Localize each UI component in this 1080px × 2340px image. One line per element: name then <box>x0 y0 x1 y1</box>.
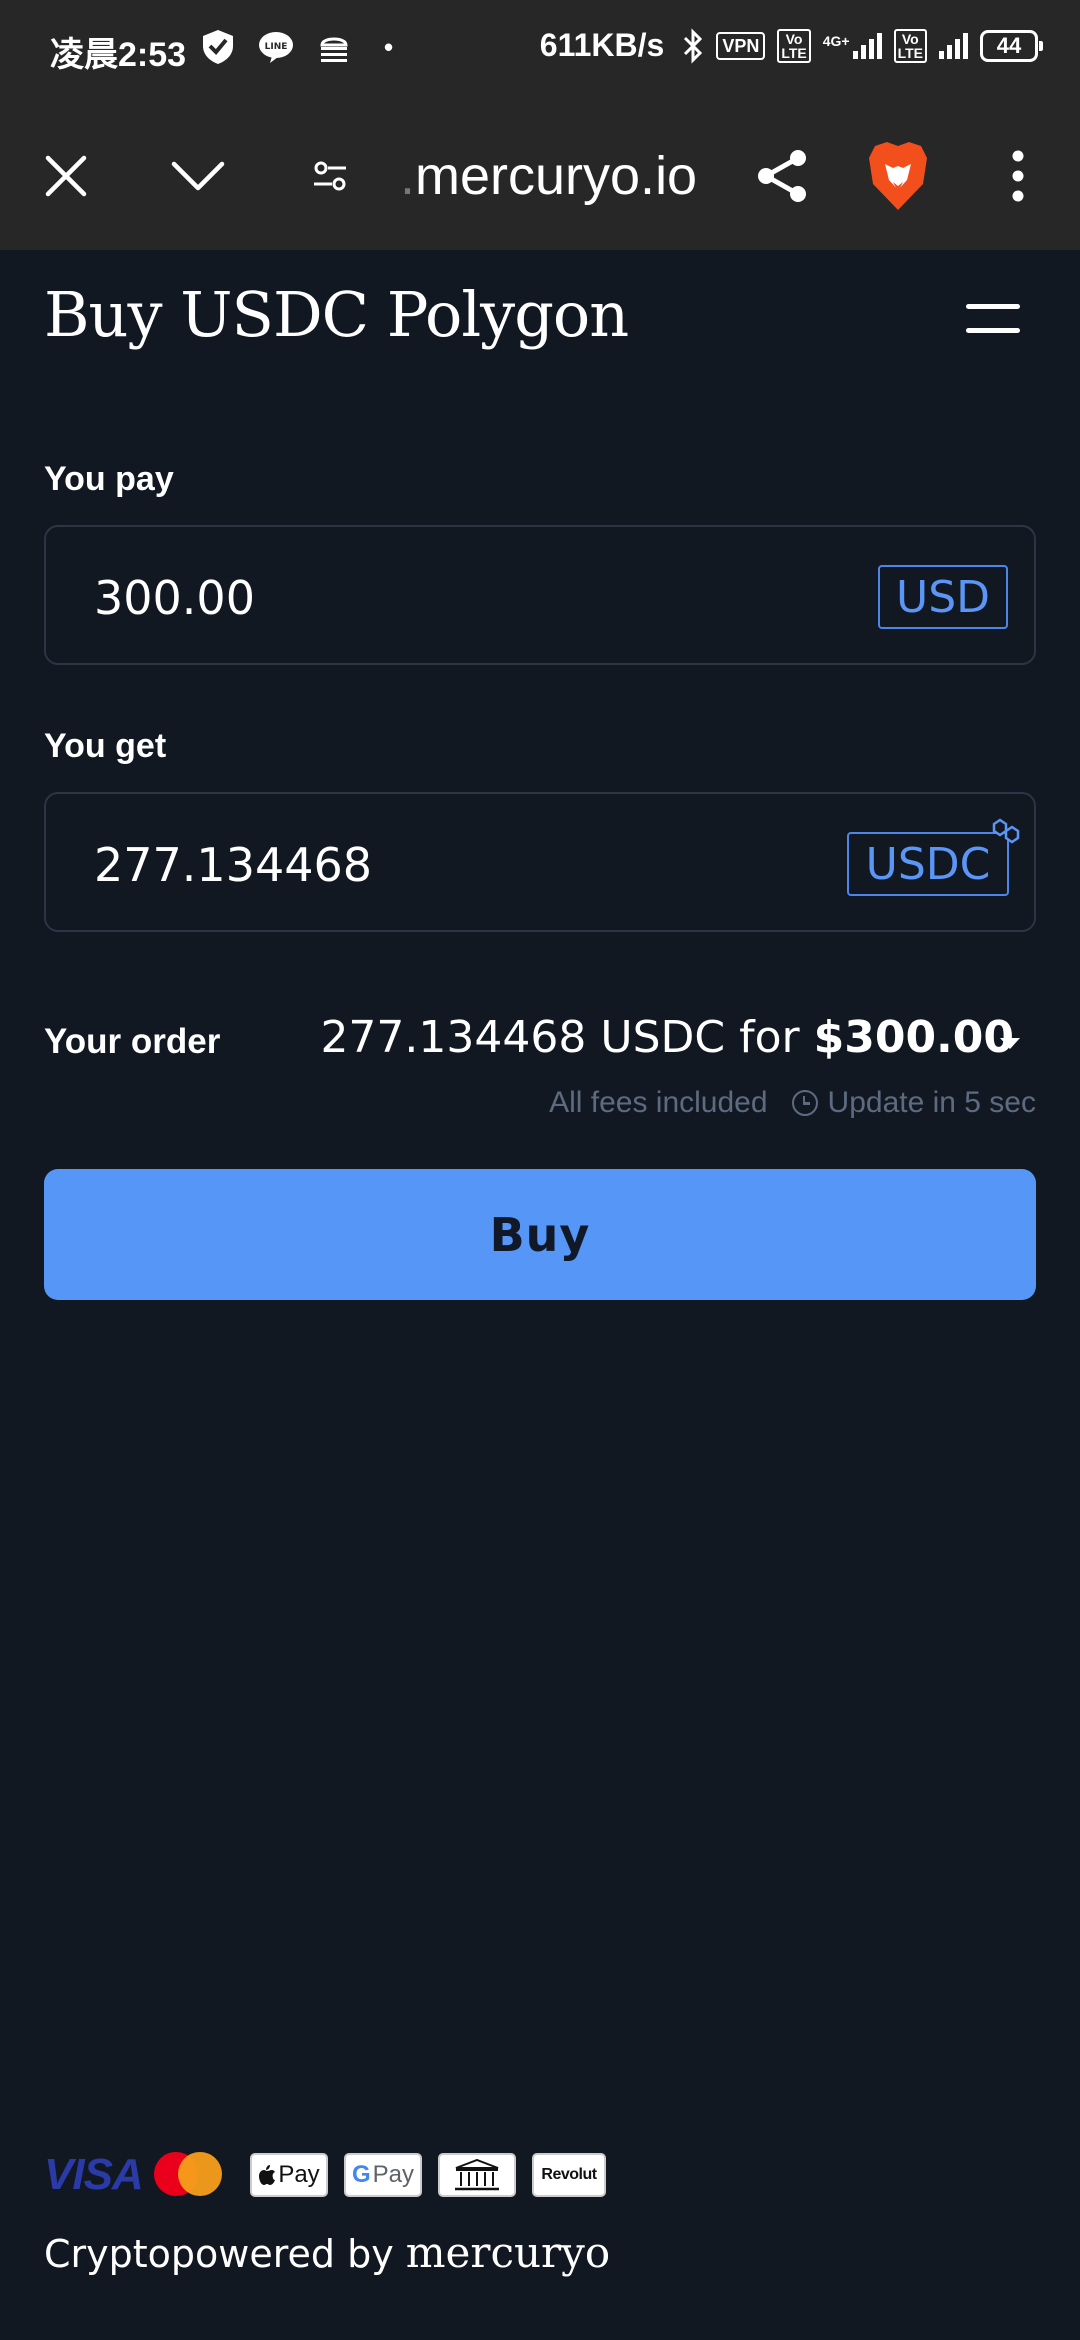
get-label: You get <box>44 727 167 765</box>
order-summary-text: 277.134468 USDC for <box>320 1012 800 1063</box>
clock-icon <box>791 1090 818 1116</box>
order-label: Your order <box>44 1022 221 1061</box>
address-bar[interactable]: . mercuryo.io <box>400 140 697 212</box>
status-dot: • <box>384 31 394 62</box>
fees-text: All fees included <box>549 1086 768 1119</box>
minimize-button[interactable] <box>162 140 234 212</box>
page-title: Buy USDC Polygon <box>44 278 629 351</box>
update-timer: Update in 5 sec <box>827 1086 1036 1119</box>
caret-down-icon[interactable] <box>1000 1038 1020 1049</box>
pay-label: You pay <box>44 460 174 498</box>
apple-pay-icon: Pay <box>250 2153 328 2197</box>
get-currency-button[interactable]: USDC <box>847 832 1009 896</box>
status-right-icons: 611KB/s VPN Vo LTE 4G+ Vo LTE 44 <box>539 27 1043 64</box>
shield-check-icon <box>203 30 233 64</box>
brave-lion-icon <box>869 142 927 210</box>
footer-brand: Cryptopowered by mercuryo <box>44 2228 610 2277</box>
site-settings-icon <box>314 161 346 191</box>
buy-button[interactable]: Buy <box>44 1169 1036 1300</box>
bluetooth-icon <box>684 27 703 64</box>
signal-4g-icon: 4G+ <box>822 32 882 59</box>
google-pay-label: Pay <box>372 2161 415 2188</box>
volte-badge-1: Vo LTE <box>777 28 811 63</box>
svg-text:LINE: LINE <box>265 42 288 52</box>
mercuryo-logo: mercuryo <box>405 2228 611 2277</box>
revolut-icon: Revolut <box>532 2153 606 2197</box>
url-text: mercuryo.io <box>415 146 698 206</box>
menu-line-icon <box>966 304 1020 309</box>
google-pay-icon: G Pay <box>344 2153 422 2197</box>
mastercard-icon <box>152 2152 222 2198</box>
brave-shields-button[interactable] <box>862 140 934 212</box>
close-tab-button[interactable] <box>30 140 102 212</box>
more-vert-icon <box>1012 150 1024 202</box>
volte-badge-2: Vo LTE <box>893 28 927 63</box>
line-app-icon: LINE <box>259 32 293 63</box>
get-field: USDC <box>44 792 1036 936</box>
visa-logo: VISA <box>44 2150 144 2199</box>
share-icon <box>758 150 806 202</box>
order-amount: $300.00 <box>813 1012 1014 1063</box>
network-type: 4G+ <box>822 32 850 49</box>
apple-pay-label: Pay <box>278 2161 320 2188</box>
hamburger-menu-button[interactable] <box>960 300 1026 340</box>
fees-line: All fees included Update in 5 sec <box>549 1086 1036 1120</box>
menu-line-icon <box>966 328 1020 333</box>
more-menu-button[interactable] <box>982 140 1054 212</box>
chevron-down-icon <box>171 161 225 191</box>
browser-toolbar: . mercuryo.io <box>0 100 1080 250</box>
close-icon <box>45 155 87 197</box>
powered-by-text: Cryptopowered by <box>44 2232 394 2276</box>
status-time: 凌晨2:53 <box>50 36 187 74</box>
pay-amount-input[interactable] <box>92 527 696 669</box>
order-summary-toggle[interactable]: 277.134468 USDC for $300.00 <box>320 1012 1014 1063</box>
payment-methods: VISA Pay G Pay Revolut <box>44 2150 606 2200</box>
signal-icon <box>939 32 968 59</box>
android-debug-icon <box>320 37 348 62</box>
bank-transfer-icon <box>438 2153 516 2197</box>
status-bar: 凌晨2:53 LINE • 611KB/s VPN Vo LTE 4G+ Vo … <box>0 0 1080 100</box>
get-amount-input[interactable] <box>92 794 696 936</box>
site-settings-button[interactable] <box>294 140 366 212</box>
pay-currency-button[interactable]: USD <box>878 565 1008 629</box>
url-prefix: . <box>400 146 416 206</box>
share-button[interactable] <box>746 140 818 212</box>
status-notification-icons: LINE • <box>200 28 393 66</box>
vpn-badge: VPN <box>716 31 766 60</box>
battery-indicator: 44 <box>980 29 1043 62</box>
network-speed: 611KB/s <box>539 27 665 63</box>
pay-field: USD <box>44 525 1036 669</box>
polygon-network-icon <box>992 818 1020 844</box>
